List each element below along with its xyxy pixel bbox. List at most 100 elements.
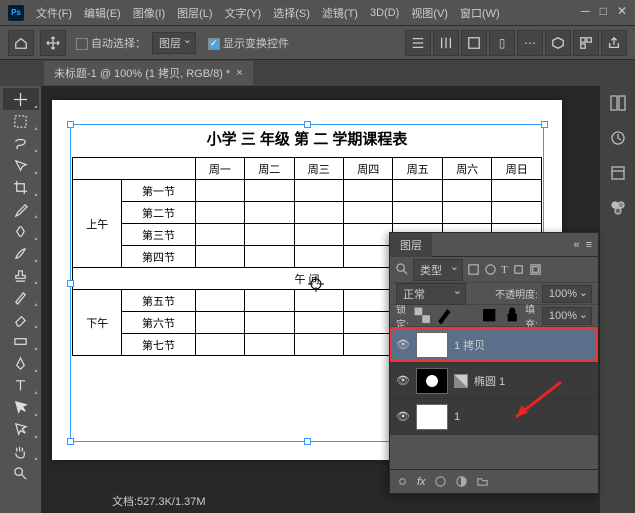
auto-select-dropdown[interactable]: 图层: [152, 32, 196, 54]
fill-value[interactable]: 100%: [542, 307, 592, 325]
marquee-tool[interactable]: [3, 110, 39, 132]
filter-shape-icon[interactable]: [512, 263, 525, 276]
mask-icon[interactable]: [434, 475, 447, 488]
home-icon[interactable]: [8, 30, 34, 56]
menu-edit[interactable]: 编辑(E): [84, 5, 121, 21]
layers-footer: fx: [390, 469, 598, 493]
quick-select-tool[interactable]: [3, 154, 39, 176]
panel-icon[interactable]: [609, 94, 627, 115]
lock-paint-icon[interactable]: [435, 306, 453, 324]
align-icon-3[interactable]: [461, 30, 487, 56]
auto-select-checkbox[interactable]: [76, 38, 88, 50]
align-icon-2[interactable]: [433, 30, 459, 56]
visibility-icon[interactable]: 👁: [396, 374, 410, 387]
maximize-icon[interactable]: □: [600, 4, 607, 18]
menu-image[interactable]: 图像(I): [133, 5, 165, 21]
visibility-icon[interactable]: 👁: [396, 338, 410, 351]
type-tool[interactable]: [3, 374, 39, 396]
document-tab[interactable]: 未标题-1 @ 100% (1 拷贝, RGB/8) *×: [44, 61, 253, 85]
menu-file[interactable]: 文件(F): [36, 5, 72, 21]
history-brush-tool[interactable]: [3, 286, 39, 308]
menu-window[interactable]: 窗口(W): [460, 5, 500, 21]
pen-tool[interactable]: [3, 352, 39, 374]
move-tool[interactable]: [3, 88, 39, 110]
zoom-tool[interactable]: [3, 462, 39, 484]
menu-select[interactable]: 选择(S): [273, 5, 310, 21]
close-icon[interactable]: ✕: [617, 4, 627, 18]
transform-handle[interactable]: [304, 438, 311, 445]
lock-label: 锁定:: [396, 301, 409, 331]
visibility-icon[interactable]: 👁: [396, 410, 410, 423]
layers-tab[interactable]: 图层: [390, 233, 432, 257]
align-icon[interactable]: [405, 30, 431, 56]
workspace-icon[interactable]: [573, 30, 599, 56]
history-icon[interactable]: [609, 129, 627, 150]
layer-thumbnail[interactable]: [416, 404, 448, 430]
filter-smart-icon[interactable]: [529, 263, 542, 276]
panel-menu-icon[interactable]: ≡: [586, 239, 592, 251]
panel-collapse-icon[interactable]: «: [573, 239, 579, 251]
blend-mode-dropdown[interactable]: 正常: [396, 283, 466, 305]
menu-filter[interactable]: 滤镜(T): [322, 5, 358, 21]
more-icon[interactable]: ⋯: [517, 30, 543, 56]
filter-adjust-icon[interactable]: [484, 263, 497, 276]
lock-move-icon[interactable]: [458, 306, 476, 324]
layer-name: 1 拷贝: [454, 337, 485, 353]
move-tool-icon[interactable]: [40, 30, 66, 56]
filter-pixel-icon[interactable]: [467, 263, 480, 276]
transform-handle[interactable]: [304, 121, 311, 128]
3d-mode-icon[interactable]: [545, 30, 571, 56]
transform-handle[interactable]: [67, 438, 74, 445]
crop-tool[interactable]: [3, 176, 39, 198]
menu-type[interactable]: 文字(Y): [225, 5, 262, 21]
menu-layer[interactable]: 图层(L): [177, 5, 212, 21]
search-icon[interactable]: [396, 263, 409, 276]
lock-all-icon[interactable]: [503, 306, 521, 324]
swatches-icon[interactable]: [609, 199, 627, 220]
status-bar: 文档:527.3K/1.37M: [112, 493, 206, 509]
lock-nest-icon[interactable]: [480, 306, 498, 324]
brush-tool[interactable]: [3, 242, 39, 264]
filter-type-icon[interactable]: T: [501, 264, 508, 276]
transform-handle[interactable]: [541, 121, 548, 128]
lasso-tool[interactable]: [3, 132, 39, 154]
properties-icon[interactable]: [609, 164, 627, 185]
transform-handle[interactable]: [67, 280, 74, 287]
hand-tool[interactable]: [3, 440, 39, 462]
minimize-icon[interactable]: ─: [581, 4, 590, 18]
lock-trans-icon[interactable]: [413, 306, 431, 324]
healing-tool[interactable]: [3, 220, 39, 242]
show-transform-checkbox[interactable]: [208, 38, 220, 50]
share-icon[interactable]: [601, 30, 627, 56]
layer-name: 1: [454, 411, 460, 423]
gradient-tool[interactable]: [3, 330, 39, 352]
direct-select-tool[interactable]: [3, 418, 39, 440]
adjustment-icon[interactable]: [455, 475, 468, 488]
menu-3d[interactable]: 3D(D): [370, 7, 399, 19]
stamp-tool[interactable]: [3, 264, 39, 286]
link-icon[interactable]: [396, 475, 409, 488]
layer-thumbnail[interactable]: [416, 332, 448, 358]
fx-icon[interactable]: fx: [417, 476, 426, 488]
path-select-tool[interactable]: [3, 396, 39, 418]
transform-center-icon[interactable]: [306, 274, 326, 294]
opacity-label: 不透明度:: [495, 286, 538, 301]
tab-close-icon[interactable]: ×: [236, 67, 242, 79]
layer-item[interactable]: 👁 椭圆 1: [390, 363, 598, 399]
transform-handle[interactable]: [67, 121, 74, 128]
layer-item[interactable]: 👁 1 拷贝: [390, 327, 598, 363]
eraser-tool[interactable]: [3, 308, 39, 330]
layer-thumbnail[interactable]: [416, 368, 448, 394]
layers-panel: 图层«≡ 类型 T 正常 不透明度: 100% 锁定: 填充: 100% 👁 1…: [389, 232, 599, 494]
eyedropper-tool[interactable]: [3, 198, 39, 220]
options-bar: 自动选择： 图层 显示变换控件 ▯ ⋯: [0, 26, 635, 60]
right-dock: [599, 86, 635, 513]
document-tab-bar: 未标题-1 @ 100% (1 拷贝, RGB/8) *×: [0, 60, 635, 86]
layer-item[interactable]: 👁 1: [390, 399, 598, 435]
vector-mask-icon[interactable]: [454, 374, 468, 388]
filter-type-dropdown[interactable]: 类型: [413, 259, 463, 281]
distribute-icon[interactable]: ▯: [489, 30, 515, 56]
group-icon[interactable]: [476, 475, 489, 488]
menu-view[interactable]: 视图(V): [411, 5, 448, 21]
opacity-value[interactable]: 100%: [542, 285, 592, 303]
